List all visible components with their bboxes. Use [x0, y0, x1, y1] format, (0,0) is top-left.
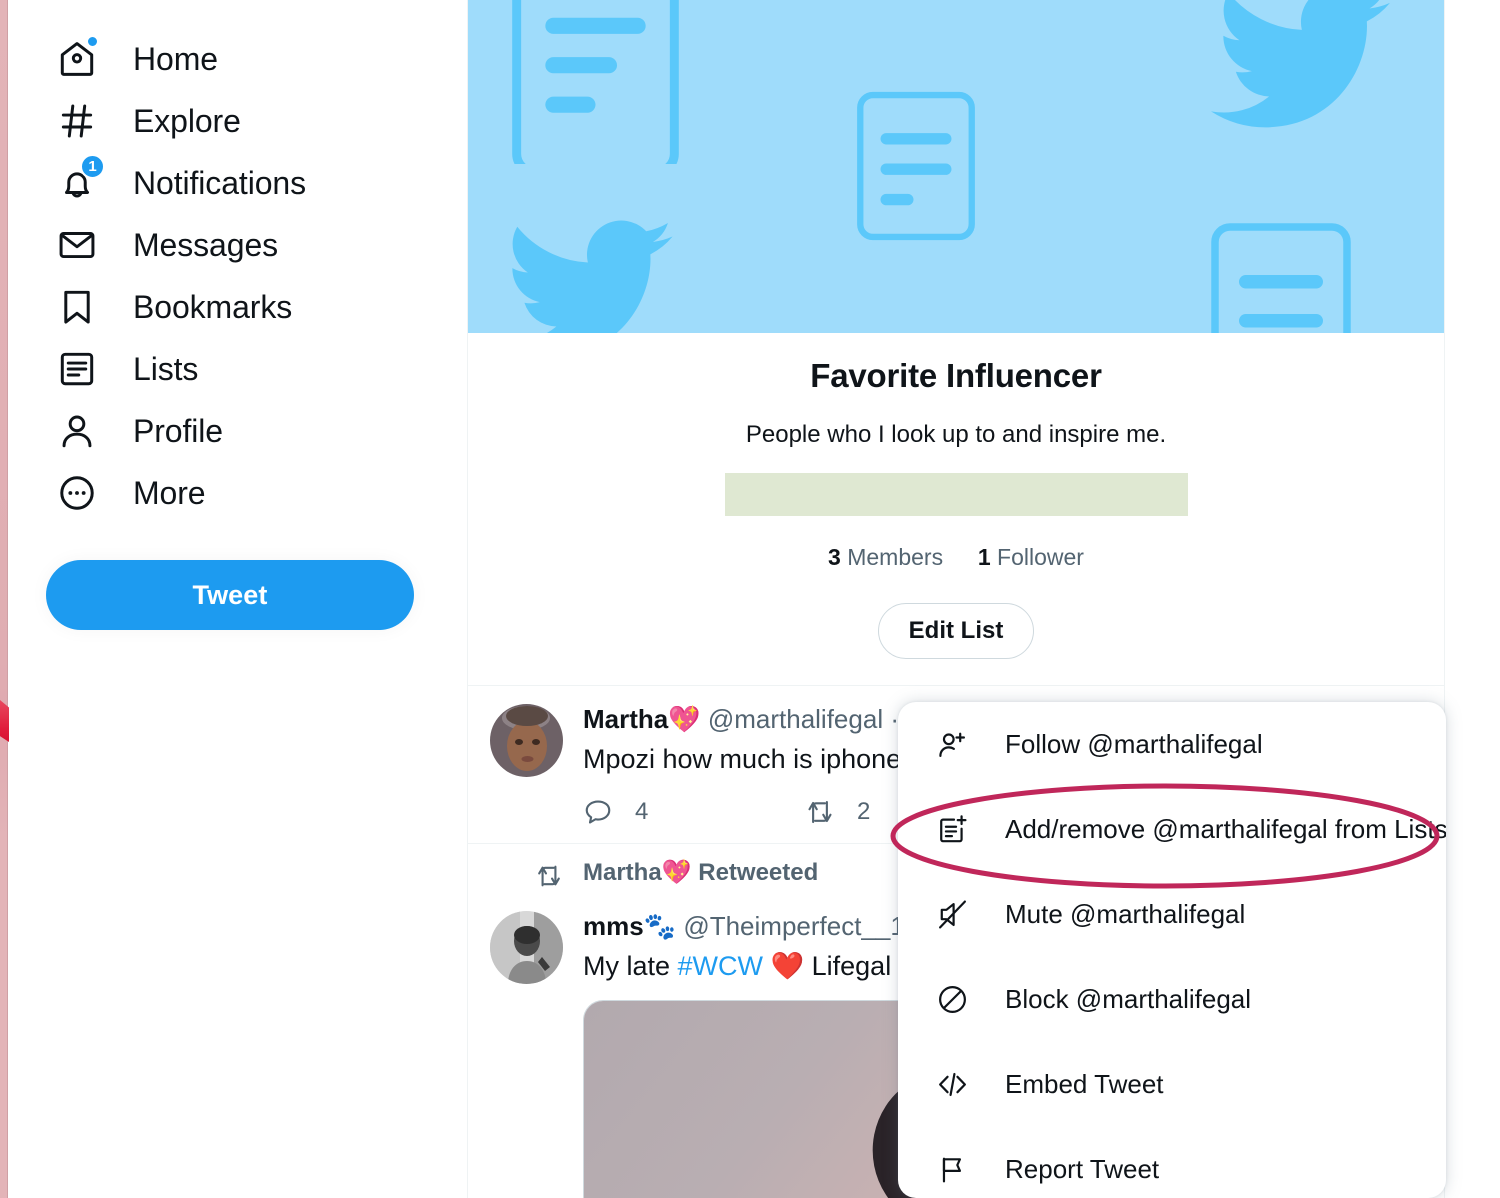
- reply-icon: [585, 800, 611, 824]
- notifications-badge: 1: [80, 154, 105, 179]
- menu-item-label: Embed Tweet: [1005, 1069, 1164, 1099]
- list-stats: 3 Members 1 Follower: [468, 544, 1444, 571]
- list-banner-image: [468, 0, 1444, 333]
- hashtag-link[interactable]: #WCW: [678, 951, 763, 981]
- tweet-author-handle[interactable]: @marthalifegal: [708, 704, 883, 734]
- banner-col-mid: [795, 0, 1117, 333]
- avatar[interactable]: [490, 704, 563, 777]
- list-plus-icon: [940, 815, 967, 843]
- banner-tile: [468, 169, 790, 333]
- edit-list-button[interactable]: Edit List: [877, 603, 1035, 659]
- sidebar-item-explore[interactable]: Explore: [10, 90, 460, 152]
- twitter-bird-icon: [1211, 0, 1390, 128]
- reply-count: 4: [635, 797, 649, 825]
- document-card-icon: [1211, 223, 1351, 333]
- menu-item-label: Follow @marthalifegal: [1005, 729, 1263, 759]
- home-unread-dot: [86, 35, 99, 48]
- menu-item-label: Report Tweet: [1005, 1154, 1160, 1184]
- banner-col-left: [468, 0, 790, 333]
- banner-tile: [795, 0, 1117, 333]
- sidebar-item-more[interactable]: More: [10, 462, 460, 524]
- page-title: Favorite Influencer: [810, 357, 1102, 394]
- followers-label[interactable]: Follower: [997, 544, 1084, 570]
- document-card-icon: [512, 0, 679, 164]
- followers-count: 1: [977, 544, 991, 570]
- menu-item-report-tweet[interactable]: Report Tweet: [898, 1127, 1446, 1198]
- menu-item-embed-tweet[interactable]: Embed Tweet: [898, 1042, 1446, 1127]
- app-root: Home Explore 1 Notifications Messages Bo…: [0, 0, 1500, 1198]
- menu-item-label: Mute @marthalifegal: [1005, 899, 1246, 929]
- tweet-text-before: My late: [583, 950, 678, 981]
- person-plus-icon: [939, 732, 966, 758]
- banner-grid: [468, 0, 1444, 333]
- menu-item-block[interactable]: Block @marthalifegal: [898, 957, 1446, 1042]
- avatar[interactable]: [490, 910, 563, 984]
- avatar-image: [490, 910, 563, 984]
- tweet-author-handle[interactable]: @Theimperfect__1: [683, 911, 905, 941]
- retweet-icon: [808, 800, 832, 823]
- flag-icon: [942, 1157, 962, 1183]
- bookmark-icon: [54, 284, 100, 330]
- sidebar-item-label: Bookmarks: [133, 288, 293, 325]
- sidebar-item-label: Home: [133, 40, 218, 77]
- menu-item-label: Add/remove @marthalifegal from Lists: [1005, 814, 1446, 844]
- mute-icon: [939, 900, 966, 929]
- list-header: Favorite Influencer People who I look up…: [468, 333, 1444, 686]
- envelope-icon: [54, 222, 100, 268]
- avatar-image: [490, 704, 563, 777]
- banner-tile: [1122, 169, 1444, 333]
- banner-tile: [468, 0, 790, 164]
- members-label[interactable]: Members: [847, 544, 943, 570]
- code-icon: [939, 1072, 966, 1097]
- tweet-button[interactable]: Tweet: [46, 560, 414, 630]
- sidebar-item-label: Profile: [133, 412, 224, 449]
- sidebar-item-notifications[interactable]: 1 Notifications: [10, 152, 460, 214]
- tweet-author-name[interactable]: Martha💖: [583, 704, 701, 734]
- sidebar-item-messages[interactable]: Messages: [10, 214, 460, 276]
- bell-icon: 1: [54, 154, 105, 206]
- menu-item-follow[interactable]: Follow @marthalifegal: [898, 702, 1446, 787]
- banner-col-right: [1122, 0, 1444, 333]
- sidebar-item-label: More: [133, 474, 206, 511]
- page-left-edge-line: [7, 0, 8, 1198]
- tweet-author-name[interactable]: mms🐾: [583, 911, 676, 941]
- members-count: 3: [828, 544, 841, 570]
- menu-item-add-remove-from-lists[interactable]: Add/remove @marthalifegal from Lists: [898, 787, 1446, 872]
- sidebar-item-label: Lists: [133, 350, 199, 387]
- sidebar-item-profile[interactable]: Profile: [10, 400, 460, 462]
- person-icon: [54, 408, 100, 454]
- menu-item-mute[interactable]: Mute @marthalifegal: [898, 872, 1446, 957]
- twitter-bird-icon: [512, 220, 673, 333]
- retweet-icon: [538, 865, 560, 887]
- right-gutter: [1446, 0, 1500, 1198]
- sidebar-item-bookmarks[interactable]: Bookmarks: [10, 276, 460, 338]
- reply-action[interactable]: 4: [583, 797, 805, 827]
- primary-sidebar: Home Explore 1 Notifications Messages Bo…: [10, 0, 460, 1198]
- list-highlight-bar: [724, 473, 1188, 516]
- sidebar-item-label: Notifications: [133, 164, 306, 201]
- more-circle-icon: [54, 470, 100, 516]
- tweet-context-menu: Follow @marthalifegal Add/remove @martha…: [898, 702, 1446, 1198]
- sidebar-item-label: Explore: [133, 102, 241, 139]
- menu-item-label: Block @marthalifegal: [1005, 984, 1252, 1014]
- sidebar-item-lists[interactable]: Lists: [10, 338, 460, 400]
- home-icon: [54, 35, 100, 82]
- sidebar-item-label: Messages: [133, 226, 279, 263]
- block-icon: [939, 986, 966, 1013]
- document-card-icon: [857, 91, 975, 241]
- retweet-context-label: Martha💖 Retweeted: [583, 858, 819, 886]
- sidebar-item-home[interactable]: Home: [10, 28, 460, 90]
- hashtag-icon: [54, 98, 100, 144]
- retweet-action[interactable]: 2: [805, 797, 870, 827]
- banner-tile: [1122, 0, 1444, 164]
- retweet-count: 2: [857, 797, 871, 825]
- retweet-icon-slot: [490, 858, 563, 897]
- list-description: People who I look up to and inspire me.: [745, 421, 1167, 448]
- list-icon: [54, 346, 100, 392]
